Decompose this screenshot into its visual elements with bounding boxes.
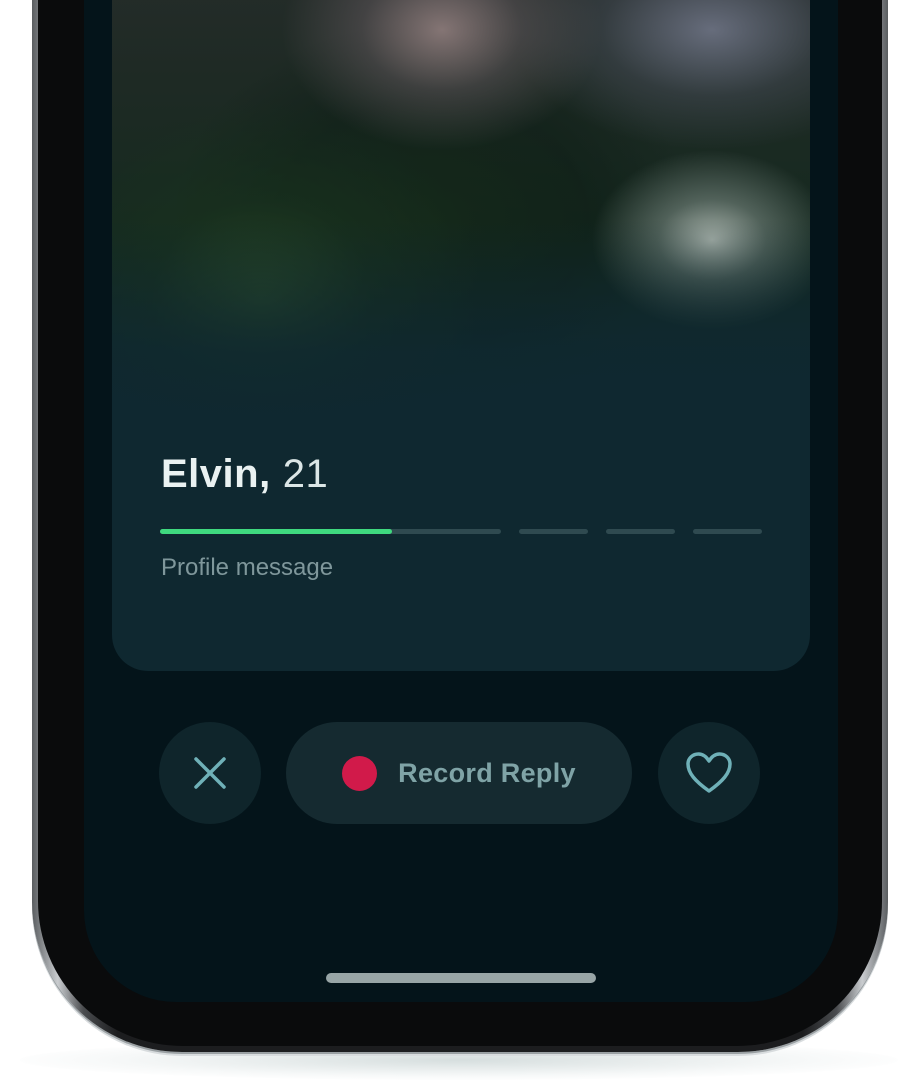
profile-name-age: Elvin, 21	[161, 452, 328, 497]
home-indicator[interactable]	[326, 973, 596, 983]
like-button[interactable]	[658, 722, 760, 824]
profile-card[interactable]: Elvin, 21 Profile message	[112, 0, 810, 671]
profile-age: 21	[282, 452, 329, 496]
close-icon	[194, 757, 226, 789]
progress-segment-1	[160, 529, 501, 534]
progress-segment-3	[606, 529, 675, 534]
dismiss-button[interactable]	[159, 722, 261, 824]
profile-message: Profile message	[161, 554, 334, 581]
profile-name: Elvin,	[161, 452, 271, 496]
record-dot-icon	[342, 755, 378, 791]
record-reply-button[interactable]: Record Reply	[286, 722, 632, 824]
progress-segment-4	[693, 529, 762, 534]
photo-gradient-overlay	[112, 220, 810, 440]
heart-icon	[686, 752, 732, 793]
record-reply-label: Record Reply	[398, 757, 576, 788]
progress-segment-1-fill	[160, 529, 392, 534]
device-mockup: Elvin, 21 Profile message Record Reply	[0, 0, 918, 1088]
progress-segment-2	[519, 529, 588, 534]
phone-screen: Elvin, 21 Profile message Record Reply	[84, 0, 838, 1002]
